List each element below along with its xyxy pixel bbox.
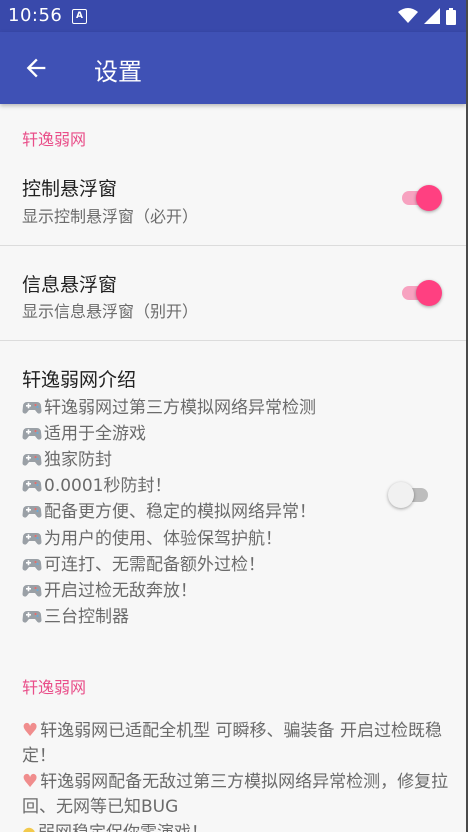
status-time: 10:56 <box>8 5 63 26</box>
pref-summary: 显示信息悬浮窗（别开） <box>22 302 199 321</box>
gamepad-icon <box>22 555 42 573</box>
lightbulb-icon: ● <box>22 823 36 832</box>
float-info-switch[interactable] <box>396 278 442 308</box>
gamepad-icon <box>22 476 42 494</box>
intro-line: 为用户的使用、体验保驾护航！ <box>22 524 282 549</box>
switch-thumb <box>416 185 442 211</box>
page-title: 设置 <box>94 58 142 86</box>
intro-line: 轩逸弱网过第三方模拟网络异常检测 <box>22 393 316 418</box>
desc-paragraph: ♥ 轩逸弱网配备无敌过第三方模拟网络异常检测，修复拉回、无网等已知BUG <box>22 771 449 817</box>
pref-title: 轩逸弱网介绍 <box>22 369 137 391</box>
battery-icon <box>446 7 456 25</box>
pref-summary: 显示控制悬浮窗（必开） <box>22 207 199 226</box>
intro-line: 配备更方便、稳定的模拟网络异常！ <box>22 497 316 522</box>
heart-icon: ♥ <box>22 720 39 741</box>
intro-line: 可连打、无需配备额外过检！ <box>22 550 265 575</box>
section-header: 轩逸弱网 <box>22 678 87 697</box>
text-notification-icon: A <box>72 9 87 24</box>
intro-line: 0.0001秒防封！ <box>22 471 171 496</box>
settings-screen: 10:56 A 设置 轩逸弱网 控制悬浮窗 显示控制悬浮窗（必开） 信息悬浮窗 … <box>0 0 466 832</box>
wifi-icon <box>398 8 418 23</box>
arrow-left-icon[interactable] <box>22 54 50 82</box>
gamepad-icon <box>22 529 42 547</box>
intro-line: 适用于全游戏 <box>22 419 146 444</box>
gamepad-icon <box>22 607 42 625</box>
intro-switch[interactable] <box>388 480 434 510</box>
pref-intro[interactable]: 轩逸弱网介绍 轩逸弱网过第三方模拟网络异常检测 适用于全游戏 独家防封 0.00… <box>0 352 466 642</box>
toolbar: 设置 <box>0 32 466 104</box>
heart-icon: ♥ <box>22 771 39 792</box>
desc-paragraph: ♥ 轩逸弱网已适配全机型 可瞬移、骗装备 开启过检既稳定！ <box>22 720 442 766</box>
pref-float-info[interactable]: 信息悬浮窗 显示信息悬浮窗（别开） <box>0 256 466 340</box>
status-bar: 10:56 A <box>0 0 466 32</box>
status-icons <box>398 7 456 25</box>
intro-line: 三台控制器 <box>22 602 129 627</box>
gamepad-icon <box>22 398 42 416</box>
divider <box>0 340 466 341</box>
pref-title: 控制悬浮窗 <box>22 178 118 200</box>
pref-title: 信息悬浮窗 <box>22 274 118 296</box>
divider <box>0 245 466 246</box>
section-header: 轩逸弱网 <box>22 130 87 149</box>
section-description: ♥ 轩逸弱网已适配全机型 可瞬移、骗装备 开启过检既稳定！ ♥ 轩逸弱网配备无敌过第… <box>22 718 452 832</box>
switch-thumb <box>388 482 414 508</box>
pref-float-control[interactable]: 控制悬浮窗 显示控制悬浮窗（必开） <box>0 160 466 244</box>
switch-thumb <box>416 280 442 306</box>
float-control-switch[interactable] <box>396 183 442 213</box>
desc-paragraph: ●弱网稳定保你零演戏！ <box>22 820 452 832</box>
gamepad-icon <box>22 581 42 599</box>
gamepad-icon <box>22 450 42 468</box>
gamepad-icon <box>22 424 42 442</box>
intro-line: 独家防封 <box>22 445 112 470</box>
intro-line: 开启过检无敌奔放！ <box>22 576 197 601</box>
signal-icon <box>424 8 440 24</box>
gamepad-icon <box>22 502 42 520</box>
